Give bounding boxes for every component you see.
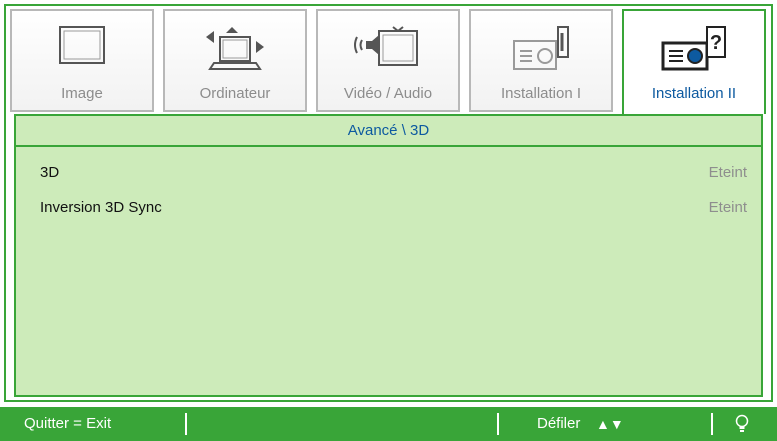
setting-value: Eteint xyxy=(708,199,747,216)
setting-label: Inversion 3D Sync xyxy=(40,199,162,216)
setting-row-3d[interactable]: 3D Eteint xyxy=(16,160,761,186)
svg-text:?: ? xyxy=(710,32,722,54)
divider xyxy=(711,413,713,435)
tab-label: Ordinateur xyxy=(199,85,271,102)
video-audio-icon xyxy=(353,25,423,78)
scroll-hint: Défiler xyxy=(537,415,581,432)
lightbulb-icon xyxy=(735,414,749,438)
setting-value: Eteint xyxy=(708,164,747,181)
setting-label: 3D xyxy=(40,164,60,181)
tab-label: Image xyxy=(61,85,103,102)
divider xyxy=(185,413,187,435)
scroll-arrows-icon: ▲▼ xyxy=(596,416,624,432)
monitor-icon xyxy=(52,25,112,76)
breadcrumb: Avancé \ 3D xyxy=(16,116,761,147)
tab-label: Vidéo / Audio xyxy=(343,85,433,102)
tab-video-audio[interactable]: Vidéo / Audio xyxy=(316,9,460,112)
exit-hint: Quitter = Exit xyxy=(24,415,112,432)
tab-ordinateur[interactable]: Ordinateur xyxy=(163,9,307,112)
projector-settings-icon: ? xyxy=(659,25,729,78)
tab-installation-1[interactable]: Installation I xyxy=(469,9,613,112)
tab-bar: Image Ordinateur Vidéo / Audio Installat… xyxy=(10,9,767,114)
footer-bar: Quitter = Exit Défiler ▲▼ xyxy=(0,407,777,441)
tab-image[interactable]: Image xyxy=(10,9,154,112)
tab-label: Installation II xyxy=(651,85,737,102)
settings-panel: Avancé \ 3D 3D Eteint Inversion 3D Sync … xyxy=(14,114,763,397)
computer-icon xyxy=(202,25,268,80)
projector-icon xyxy=(508,25,574,78)
tab-label: Installation I xyxy=(500,85,582,102)
divider xyxy=(497,413,499,435)
tab-installation-2[interactable]: ? Installation II xyxy=(622,9,766,114)
setting-row-inversion-3d-sync[interactable]: Inversion 3D Sync Eteint xyxy=(16,195,761,221)
